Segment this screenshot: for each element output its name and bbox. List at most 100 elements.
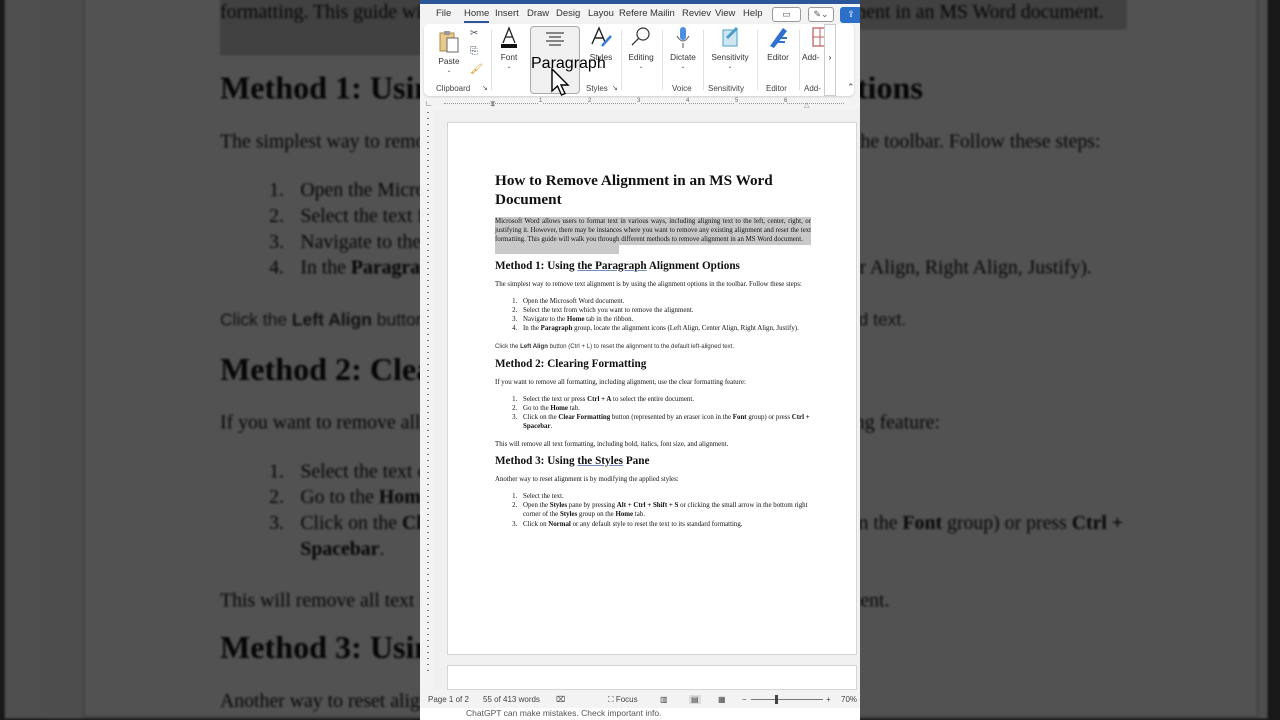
document-page[interactable]: How to Remove Alignment in an MS Word Do…	[447, 122, 857, 655]
heading-post: Pane	[623, 454, 650, 467]
chevron-down-icon: ⌄	[727, 64, 733, 70]
share-icon: ⇪	[847, 9, 855, 19]
divider	[799, 30, 800, 90]
ribbon-tabs: File Home Insert Draw Desig Layou Refere…	[420, 4, 860, 23]
bold-text: Styles	[549, 502, 568, 510]
list-item: Select the text.	[519, 492, 811, 501]
horizontal-ruler[interactable]: ∟ 1 2 3 4 5 6 ⧗ △	[420, 98, 860, 110]
pen-icon: ✎⌄	[813, 9, 829, 19]
tab-draw[interactable]: Draw	[527, 8, 549, 19]
tab-home[interactable]: Home	[464, 8, 490, 23]
tab-selector-icon[interactable]: ∟	[425, 99, 433, 108]
list-item: Navigate to the Home tab in the ribbon.	[519, 315, 811, 324]
text-run: tab.	[567, 405, 580, 413]
focus-button[interactable]: ⛶ Focus	[608, 695, 638, 705]
cut-icon[interactable]: ✂	[470, 28, 478, 39]
copy-icon[interactable]: ⎘	[470, 46, 478, 57]
vertical-ruler[interactable]	[423, 112, 433, 687]
document-title: How to Remove Alignment in an MS Word Do…	[495, 172, 773, 208]
heading-u: the Styles	[577, 454, 624, 467]
font-button[interactable]: Font ⌄	[494, 24, 524, 96]
zoom-in-button[interactable]: +	[826, 695, 831, 704]
styles-icon	[591, 26, 612, 47]
focus-icon: ⛶	[608, 695, 616, 704]
bold-text: Home	[615, 511, 634, 519]
editing-mode-button[interactable]: ✎⌄	[808, 7, 834, 22]
list-item: Go to the Home tab.	[519, 404, 811, 413]
chevron-down-icon: ⌄	[638, 64, 644, 70]
comments-button[interactable]: ▭	[772, 7, 801, 22]
tab-mailings[interactable]: Mailin	[650, 8, 675, 19]
dictate-button[interactable]: Dictate ⌄ Voice	[666, 24, 700, 96]
bold-text: Paragraph	[540, 325, 573, 333]
list-item: Select the text or press Ctrl + A to sel…	[519, 395, 811, 404]
tab-references[interactable]: Refere	[619, 8, 648, 19]
text-run: group, locate the alignment icons (Left …	[572, 325, 799, 333]
print-layout-icon[interactable]: ▤	[689, 695, 701, 704]
ribbon-scroll-right-button[interactable]: ›	[824, 24, 836, 96]
microphone-icon	[676, 27, 690, 48]
editor-button[interactable]: Editor Editor	[760, 24, 796, 96]
tab-insert[interactable]: Insert	[495, 8, 519, 19]
dialog-launcher-icon[interactable]: ↘	[482, 84, 488, 92]
collapse-ribbon-icon[interactable]: ⌃	[847, 82, 855, 93]
bold-text: Normal	[548, 520, 571, 528]
ribbon: Paste ⌄ ✂ ⎘ 🖌 Clipboard ↘ Font ⌄ Paragraph…	[424, 24, 855, 96]
addins-button[interactable]: Add- Add-	[802, 24, 826, 96]
text-run: Select the text or press	[523, 395, 588, 403]
proofing-icon[interactable]: ⌧	[556, 695, 565, 704]
text-run: Click the	[495, 342, 521, 350]
share-button[interactable]: ⇪	[840, 7, 860, 23]
sensitivity-button[interactable]: Sensitivity ⌄ Sensitivity	[706, 24, 754, 96]
zoom-slider-thumb[interactable]	[775, 695, 778, 704]
page-count[interactable]: Page 1 of 2	[428, 695, 469, 704]
document-area: How to Remove Alignment in an MS Word Do…	[434, 110, 860, 690]
text-run: or any default style to reset the text t…	[570, 520, 743, 528]
divider	[662, 30, 663, 90]
heading-post: Alignment Options	[646, 259, 740, 272]
styles-button[interactable]: Styles ⌄ Styles ↘	[584, 24, 618, 96]
tab-file[interactable]: File	[436, 8, 451, 19]
ruler-number: 3	[637, 98, 641, 104]
right-indent-marker-icon[interactable]: △	[804, 101, 809, 109]
section-after: This will remove all text formatting, in…	[495, 440, 729, 448]
group-clipboard: Paste ⌄ ✂ ⎘ 🖌 Clipboard ↘	[434, 28, 488, 93]
tab-design[interactable]: Desig	[556, 8, 580, 19]
tab-help[interactable]: Help	[743, 8, 763, 19]
bold-text: Clear Formatting	[558, 414, 611, 422]
document-page-2[interactable]	[447, 665, 857, 690]
font-icon	[501, 26, 517, 48]
text-run: group on the	[577, 511, 616, 519]
zoom-slider[interactable]	[751, 695, 823, 704]
list-item: Open the Styles pane by pressing Alt + C…	[519, 501, 811, 519]
text-run: pane by pressing	[567, 502, 617, 510]
heading-pre: Method 2: Clearing Formatting	[495, 357, 647, 370]
read-mode-icon[interactable]: ▥	[660, 695, 668, 704]
tab-view[interactable]: View	[715, 8, 735, 19]
chevron-right-icon: ›	[828, 53, 832, 62]
web-layout-icon[interactable]: ▦	[718, 695, 726, 704]
sensitivity-icon	[722, 26, 739, 47]
list-item: Open the Microsoft Word document.	[519, 297, 811, 306]
format-painter-icon[interactable]: 🖌	[470, 64, 483, 75]
status-bar: Page 1 of 2 55 of 413 words ⌧ ⛶ Focus ▥ …	[420, 690, 860, 708]
zoom-level[interactable]: 70%	[841, 695, 857, 704]
tab-review[interactable]: Reviev	[682, 8, 711, 19]
word-count[interactable]: 55 of 413 words	[483, 695, 540, 704]
indent-marker-icon[interactable]: ⧗	[490, 99, 496, 109]
tip-text: Click the Left Align button (Ctrl + L) t…	[495, 343, 811, 350]
tab-layout[interactable]: Layou	[588, 8, 614, 19]
zoom-out-button[interactable]: −	[742, 695, 747, 704]
editing-button[interactable]: Editing ⌄	[624, 24, 658, 96]
bold-text: Left Align	[520, 342, 548, 350]
section-lead: The simplest way to remove text alignmen…	[495, 280, 802, 288]
divider	[703, 30, 704, 90]
chevron-down-icon: ⌄	[598, 64, 604, 70]
ruler-number: 4	[686, 98, 690, 104]
dialog-launcher-icon[interactable]: ↘	[612, 84, 618, 92]
text-run: Click on	[523, 520, 549, 528]
text-run: .	[550, 423, 553, 431]
paste-button[interactable]: Paste ⌄	[434, 28, 464, 74]
text-run: button (Ctrl + L) to reset the alignment…	[547, 342, 735, 350]
chevron-down-icon: ⌄	[680, 64, 686, 70]
